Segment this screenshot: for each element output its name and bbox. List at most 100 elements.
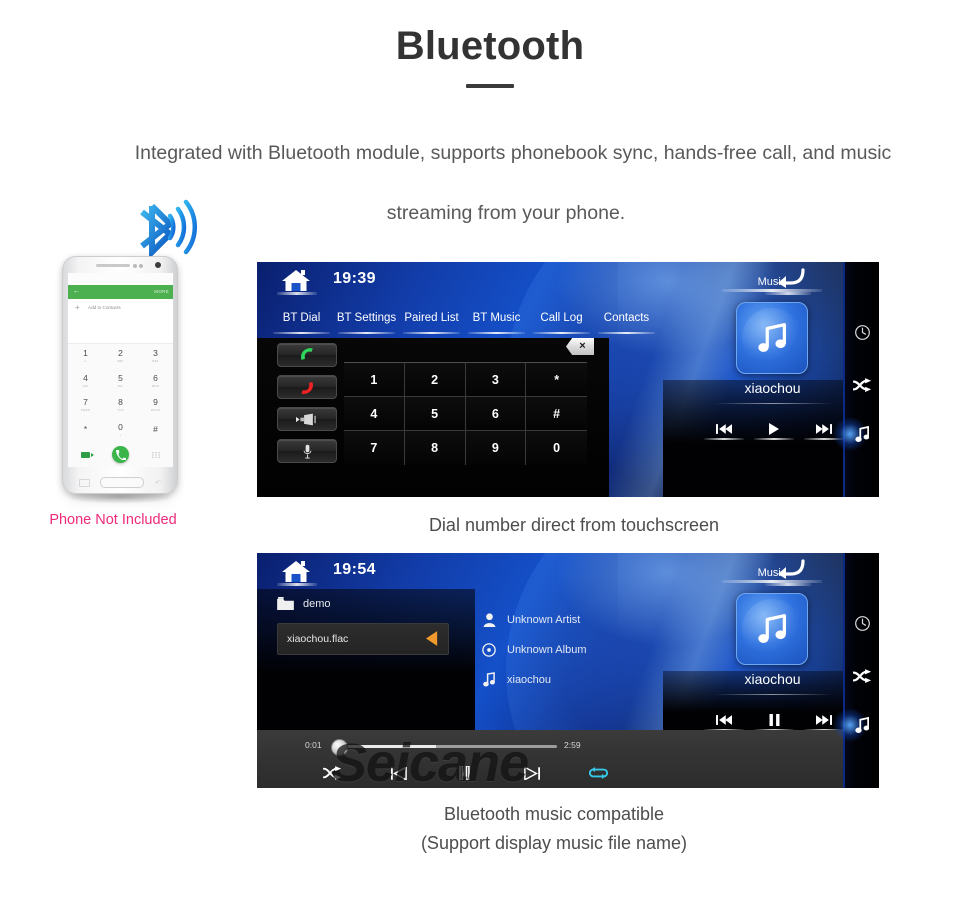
folder-row[interactable]: demo <box>277 597 331 610</box>
seek-bar[interactable] <box>337 745 557 748</box>
rail-shuffle-icon[interactable] <box>845 659 879 693</box>
phone-keypad-button[interactable] <box>138 442 173 467</box>
phone-dialpad[interactable]: 1 ∞ 2 ABC 3 DEF 4 GHI 5 JKL 6 MNO 7 PQRS 8 TUV 9… <box>68 344 173 467</box>
phone-key[interactable]: 9 WXYZ <box>138 393 173 418</box>
home-icon[interactable] <box>279 558 313 584</box>
phone-key-num: 8 <box>118 397 123 408</box>
phone-key-num: 2 <box>118 348 123 359</box>
rail-clock-icon[interactable] <box>845 606 879 640</box>
phone-key[interactable]: # <box>138 418 173 443</box>
playback-bar: 0:01 2:59 Seicane <box>257 730 845 788</box>
end-call-button[interactable] <box>277 375 337 399</box>
play-button[interactable] <box>754 418 794 440</box>
rail-music-icon[interactable] <box>833 708 879 742</box>
dialpad-grid[interactable]: 1 2 3 * 4 5 6 # 7 8 9 0 <box>344 362 587 465</box>
phone-recents-key[interactable] <box>79 479 90 487</box>
dialpad-key-hash[interactable]: # <box>526 397 587 431</box>
bt-tab-bar[interactable]: BT Dial BT Settings Paired List BT Music… <box>269 312 659 334</box>
dialpad-key-1[interactable]: 1 <box>344 363 405 397</box>
caption-dial: Dial number direct from touchscreen <box>428 515 720 535</box>
phone-key[interactable]: * <box>68 418 103 443</box>
pause-button[interactable] <box>754 709 794 731</box>
phone-key[interactable]: 6 MNO <box>138 369 173 394</box>
phone-add-contact-row[interactable]: + Add to Contacts <box>68 299 173 318</box>
metadata-row-album[interactable]: Unknown Album <box>479 635 679 664</box>
phone-key-num: 9 <box>153 397 158 408</box>
tab-bt-music[interactable]: BT Music <box>464 312 529 334</box>
microphone-button[interactable] <box>277 439 337 463</box>
previous-track-button[interactable] <box>704 709 744 731</box>
phone-key[interactable]: 7 PQRS <box>68 393 103 418</box>
dialpad-key-5[interactable]: 5 <box>404 397 466 431</box>
next-button[interactable] <box>515 763 549 783</box>
home-underline <box>277 292 317 295</box>
duration-label: 2:59 <box>564 740 581 750</box>
phone-number-field[interactable] <box>68 317 173 344</box>
phone-key-num: 6 <box>153 372 158 383</box>
dialpad-key-7[interactable]: 7 <box>344 431 405 465</box>
metadata-row-artist[interactable]: Unknown Artist <box>479 605 679 634</box>
music-widget-title: Music <box>722 276 822 292</box>
phone-home-key[interactable] <box>100 477 144 488</box>
phone-key[interactable]: 2 ABC <box>103 344 138 369</box>
dialpad-key-2[interactable]: 2 <box>404 363 466 397</box>
dialpad-key-6[interactable]: 6 <box>465 397 527 431</box>
phone-key[interactable]: 4 GHI <box>68 369 103 394</box>
answer-call-button[interactable] <box>277 343 337 367</box>
bluetooth-icon <box>140 199 197 260</box>
tab-bt-dial[interactable]: BT Dial <box>269 312 334 334</box>
phone-red-icon <box>301 381 313 394</box>
phone-back-key[interactable]: ↶ <box>155 480 161 487</box>
caption-music-line-2: (Support display music file name) <box>420 833 688 853</box>
rail-clock-icon[interactable] <box>845 315 879 349</box>
pause-button[interactable] <box>448 763 482 783</box>
shuffle-icon <box>322 766 341 780</box>
music-widget: Music xiaochou <box>700 268 845 488</box>
repeat-button[interactable] <box>581 763 615 783</box>
home-icon[interactable] <box>279 267 313 293</box>
tab-paired-list[interactable]: Paired List <box>399 312 464 334</box>
tab-contacts[interactable]: Contacts <box>594 312 659 334</box>
dialpad-key-9[interactable]: 9 <box>465 431 527 465</box>
rail-music-icon[interactable] <box>833 417 879 451</box>
audio-transfer-button[interactable] <box>277 407 337 431</box>
phone-key-sub: DEF <box>152 359 159 364</box>
tab-call-log[interactable]: Call Log <box>529 312 594 334</box>
pause-icon <box>769 714 779 726</box>
phone-call-button[interactable] <box>103 442 138 467</box>
dialpad-key-4[interactable]: 4 <box>344 397 405 431</box>
previous-track-button[interactable] <box>704 418 744 440</box>
phone-green-icon <box>301 348 313 360</box>
phone-key-sub: TUV <box>117 408 124 413</box>
previous-button[interactable] <box>382 763 416 783</box>
right-rail <box>833 553 879 788</box>
metadata-row-title[interactable]: xiaochou <box>479 665 679 694</box>
dialpad-key-star[interactable]: * <box>526 363 587 397</box>
music-note-icon <box>758 323 786 352</box>
next-track-icon <box>816 715 832 725</box>
seek-knob[interactable] <box>331 739 348 756</box>
album-art[interactable] <box>736 593 808 665</box>
phone-videocall-button[interactable] <box>68 442 103 467</box>
folder-label: demo <box>303 597 331 610</box>
phone-key[interactable]: 0 + <box>103 418 138 443</box>
phone-earpiece <box>96 264 130 267</box>
track-metadata-list: Unknown Artist Unknown Album xiaochou <box>479 605 679 695</box>
music-note-icon <box>758 614 786 643</box>
file-list-item[interactable]: xiaochou.flac <box>277 623 449 655</box>
phone-key[interactable]: 1 ∞ <box>68 344 103 369</box>
phone-key[interactable]: 8 TUV <box>103 393 138 418</box>
playback-buttons <box>315 762 615 784</box>
phone-more-label[interactable]: MORE <box>154 289 169 294</box>
phone-key[interactable]: 3 DEF <box>138 344 173 369</box>
dialpad-key-8[interactable]: 8 <box>404 431 466 465</box>
dialpad-key-3[interactable]: 3 <box>465 363 527 397</box>
album-art[interactable] <box>736 302 808 374</box>
phone-key[interactable]: 5 JKL <box>103 369 138 394</box>
phone-back-icon[interactable]: ← <box>73 288 80 296</box>
rail-shuffle-icon[interactable] <box>845 368 879 402</box>
tab-bt-settings[interactable]: BT Settings <box>334 312 399 334</box>
shuffle-button[interactable] <box>315 763 349 783</box>
phone-front-camera <box>155 262 161 268</box>
dialpad-key-0[interactable]: 0 <box>526 431 587 465</box>
